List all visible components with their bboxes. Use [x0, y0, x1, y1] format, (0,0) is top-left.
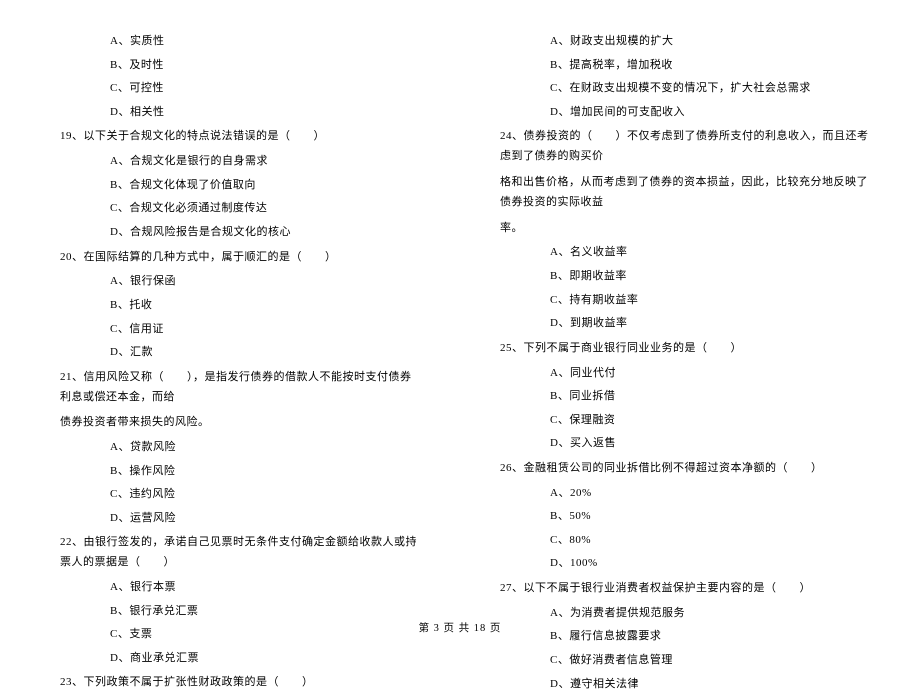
q26-option-b: B、50%	[500, 505, 870, 529]
q27-option-c: C、做好消费者信息管理	[500, 649, 870, 673]
q26-option-a: A、20%	[500, 482, 870, 506]
q25-text: 25、下列不属于商业银行同业业务的是（ ）	[500, 336, 870, 362]
q20-option-d: D、汇款	[60, 341, 420, 365]
q19-text: 19、以下关于合规文化的特点说法错误的是（ ）	[60, 124, 420, 150]
q27-text: 27、以下不属于银行业消费者权益保护主要内容的是（ ）	[500, 576, 870, 602]
right-column: A、财政支出规模的扩大 B、提高税率，增加税收 C、在财政支出规模不变的情况下，…	[460, 30, 920, 696]
q23-option-c: C、在财政支出规模不变的情况下，扩大社会总需求	[500, 77, 870, 101]
q20-option-b: B、托收	[60, 294, 420, 318]
q24-option-a: A、名义收益率	[500, 241, 870, 265]
q21-text-line2: 债券投资者带来损失的风险。	[60, 410, 420, 436]
q18-option-a: A、实质性	[60, 30, 420, 54]
q19-option-d: D、合规风险报告是合规文化的核心	[60, 221, 420, 245]
q18-option-c: C、可控性	[60, 77, 420, 101]
q24-option-d: D、到期收益率	[500, 312, 870, 336]
q23-option-d: D、增加民间的可支配收入	[500, 101, 870, 125]
document-page: A、实质性 B、及时性 C、可控性 D、相关性 19、以下关于合规文化的特点说法…	[0, 0, 920, 696]
q21-option-a: A、贷款风险	[60, 436, 420, 460]
q18-option-b: B、及时性	[60, 54, 420, 78]
q26-text: 26、金融租赁公司的同业拆借比例不得超过资本净额的（ ）	[500, 456, 870, 482]
q25-option-a: A、同业代付	[500, 362, 870, 386]
q22-text: 22、由银行签发的，承诺自己见票时无条件支付确定金额给收款人或持票人的票据是（ …	[60, 530, 420, 576]
q21-option-d: D、运营风险	[60, 507, 420, 531]
q27-option-d: D、遵守相关法律	[500, 673, 870, 696]
q19-option-b: B、合规文化体现了价值取向	[60, 174, 420, 198]
q20-text: 20、在国际结算的几种方式中，属于顺汇的是（ ）	[60, 245, 420, 271]
q22-option-d: D、商业承兑汇票	[60, 647, 420, 671]
q24-option-c: C、持有期收益率	[500, 289, 870, 313]
left-column: A、实质性 B、及时性 C、可控性 D、相关性 19、以下关于合规文化的特点说法…	[0, 30, 460, 696]
q26-option-d: D、100%	[500, 552, 870, 576]
q23-text: 23、下列政策不属于扩张性财政政策的是（ ）	[60, 670, 420, 696]
q24-text-line2: 格和出售价格，从而考虑到了债券的资本损益，因此，比较充分地反映了债券投资的实际收…	[500, 170, 870, 216]
q22-option-a: A、银行本票	[60, 576, 420, 600]
q18-option-d: D、相关性	[60, 101, 420, 125]
q24-option-b: B、即期收益率	[500, 265, 870, 289]
q23-option-b: B、提高税率，增加税收	[500, 54, 870, 78]
q25-option-b: B、同业拆借	[500, 385, 870, 409]
q24-text-line1: 24、债券投资的（ ）不仅考虑到了债券所支付的利息收入，而且还考虑到了债券的购买…	[500, 124, 870, 170]
q26-option-c: C、80%	[500, 529, 870, 553]
q21-option-c: C、违约风险	[60, 483, 420, 507]
q19-option-c: C、合规文化必须通过制度传达	[60, 197, 420, 221]
q20-option-a: A、银行保函	[60, 270, 420, 294]
q21-option-b: B、操作风险	[60, 460, 420, 484]
q21-text-line1: 21、信用风险又称（ ），是指发行债券的借款人不能按时支付债券利息或偿还本金，而…	[60, 365, 420, 411]
page-footer: 第 3 页 共 18 页	[0, 620, 920, 635]
q24-text-line3: 率。	[500, 216, 870, 242]
q25-option-c: C、保理融资	[500, 409, 870, 433]
q23-option-a: A、财政支出规模的扩大	[500, 30, 870, 54]
q25-option-d: D、买入返售	[500, 432, 870, 456]
q19-option-a: A、合规文化是银行的自身需求	[60, 150, 420, 174]
q20-option-c: C、信用证	[60, 318, 420, 342]
